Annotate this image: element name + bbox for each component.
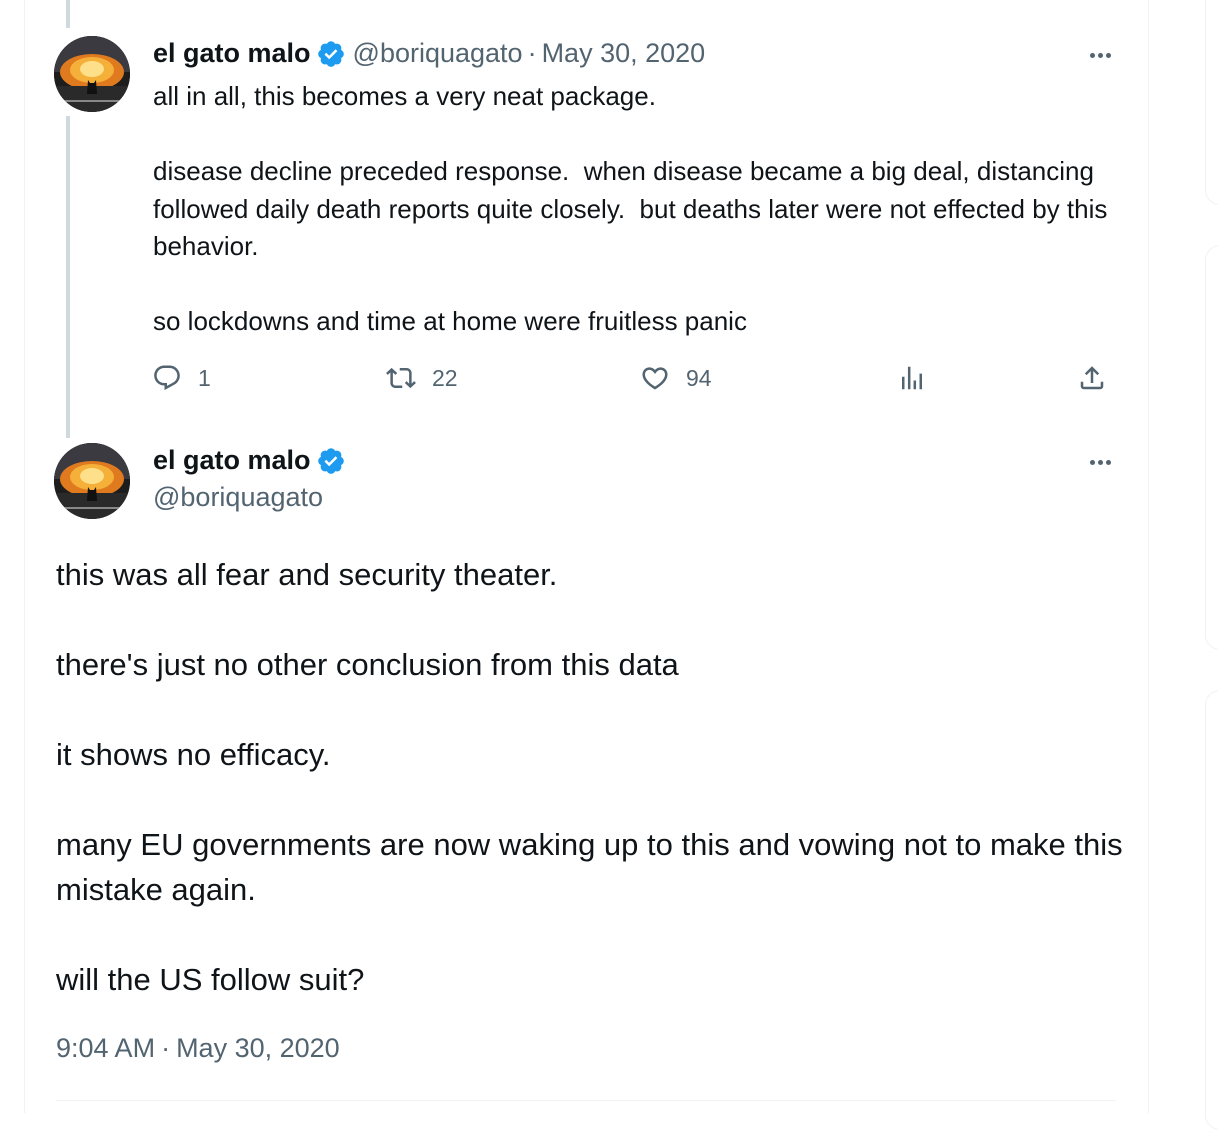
- main-avatar[interactable]: [54, 443, 130, 519]
- reply-count: 1: [198, 364, 211, 391]
- thread-line-top: [66, 0, 70, 28]
- handle[interactable]: @boriquagato: [353, 38, 523, 69]
- share-upload-icon: [1080, 366, 1104, 390]
- tweet-full-date[interactable]: May 30, 2020: [176, 1033, 340, 1064]
- like-count: 94: [686, 364, 712, 391]
- retweet-arrows-icon: [386, 367, 416, 389]
- verified-badge-icon[interactable]: [316, 446, 346, 476]
- tweet-timestamp[interactable]: 9:04 AM · May 30, 2020: [56, 1033, 340, 1064]
- retweet-count: 22: [432, 364, 458, 391]
- bar-chart-icon: [902, 366, 922, 390]
- more-dots-icon[interactable]: [1080, 447, 1120, 477]
- avatar-image: [54, 36, 130, 112]
- separator-dot: ·: [527, 38, 537, 68]
- sidebar-panel-middle: [1205, 245, 1218, 650]
- retweet-button[interactable]: 22: [386, 363, 458, 393]
- reply-tweet-actions: 1 22 94: [152, 363, 1112, 403]
- tweet-date[interactable]: May 30, 2020: [542, 38, 706, 69]
- like-button[interactable]: 94: [640, 363, 712, 393]
- main-display-name[interactable]: el gato malo: [153, 445, 311, 476]
- share-button[interactable]: [1077, 363, 1107, 393]
- heart-icon: [642, 367, 668, 390]
- verified-badge-icon[interactable]: [316, 39, 346, 69]
- thread-line-connector: [66, 116, 70, 438]
- main-tweet-text: this was all fear and security theater. …: [56, 557, 1123, 997]
- separator-dot: ·: [161, 1033, 171, 1063]
- reply-tweet-text: all in all, this becomes a very neat pac…: [153, 81, 1108, 336]
- divider: [56, 1100, 1116, 1101]
- more-dots-icon[interactable]: [1080, 40, 1120, 70]
- display-name[interactable]: el gato malo: [153, 38, 311, 69]
- main-handle[interactable]: @boriquagato: [153, 482, 323, 513]
- reply-tweet-header: el gato malo @boriquagato · May 30, 2020: [153, 38, 705, 69]
- main-tweet-header: el gato malo: [153, 445, 346, 476]
- sidebar-panel-top: [1205, 0, 1218, 205]
- views-button[interactable]: [897, 363, 927, 393]
- reply-button[interactable]: 1: [152, 363, 211, 393]
- speech-bubble-icon: [154, 365, 180, 391]
- avatar[interactable]: [54, 36, 130, 112]
- tweet-time[interactable]: 9:04 AM: [56, 1033, 155, 1064]
- avatar-image: [54, 443, 130, 519]
- sidebar-panel-bottom: [1205, 690, 1218, 1130]
